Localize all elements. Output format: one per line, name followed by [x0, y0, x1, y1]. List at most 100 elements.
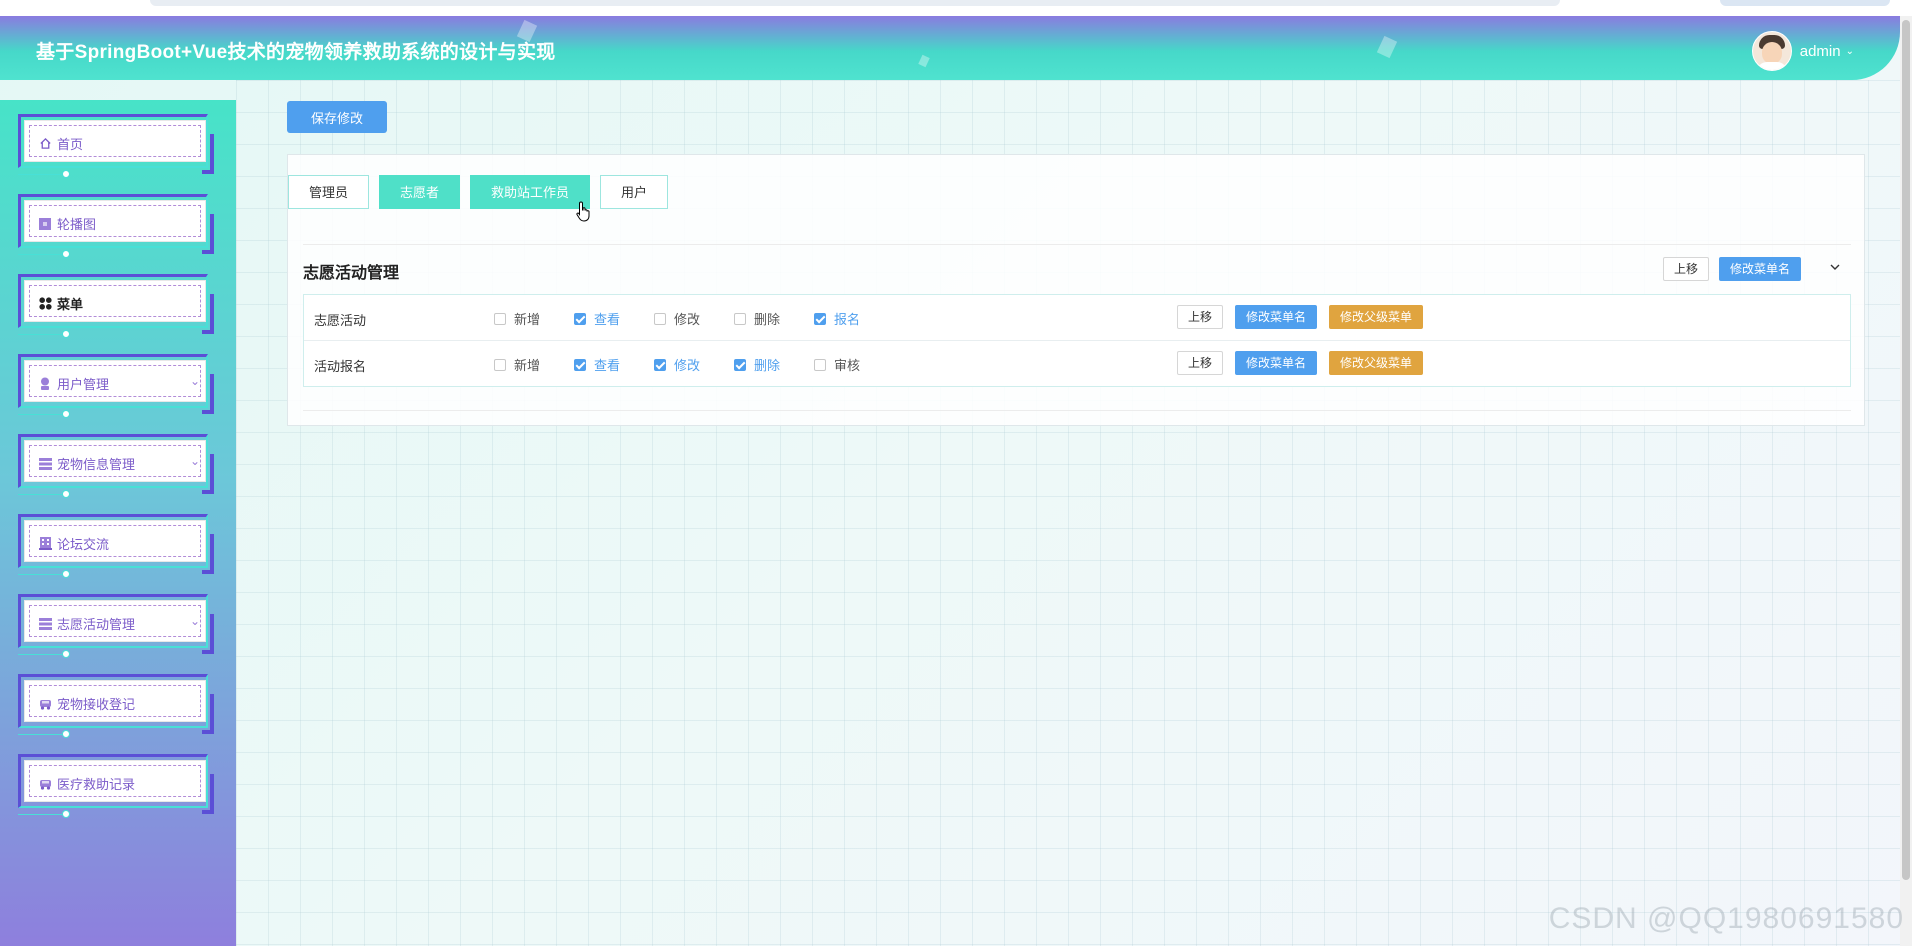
checkbox-delete[interactable]: 删除 — [734, 355, 814, 374]
checkbox-box[interactable] — [494, 358, 506, 371]
sidebar-item-menu[interactable]: 菜单 — [18, 274, 214, 338]
checkbox-box[interactable] — [574, 312, 586, 325]
change-parent-menu-button[interactable]: 修改父级菜单 — [1329, 305, 1424, 329]
checkbox-box[interactable] — [654, 312, 666, 325]
checkbox-label: 报名 — [834, 312, 861, 327]
checkbox-box[interactable] — [494, 312, 506, 325]
decoration — [918, 54, 930, 68]
group-move-up-button[interactable]: 上移 — [1662, 257, 1709, 281]
change-parent-menu-button[interactable]: 修改父级菜单 — [1329, 351, 1424, 375]
avatar — [1751, 31, 1792, 71]
sidebar-item-label: 首页 — [57, 137, 84, 152]
checkbox-edit[interactable]: 修改 — [654, 309, 734, 328]
rename-menu-button[interactable]: 修改菜单名 — [1235, 351, 1318, 375]
checkbox-label: 修改 — [674, 358, 701, 373]
sidebar-item-label: 用户管理 — [57, 377, 110, 392]
checkbox-add[interactable]: 新增 — [494, 309, 574, 328]
sidebar-item-label: 论坛交流 — [57, 537, 110, 552]
sidebar: 首页 轮播图 菜单 用户管理 ⌄ 宠物信息管理 ⌄ 论坛交流 志愿活动管理 ⌄ … — [0, 100, 236, 946]
checkbox-box[interactable] — [814, 358, 826, 371]
row-name: 志愿活动 — [314, 313, 367, 328]
chevron-down-icon[interactable] — [1829, 261, 1841, 273]
sidebar-item-home[interactable]: 首页 — [18, 114, 214, 178]
checkbox-review[interactable]: 审核 — [814, 355, 894, 374]
image-icon — [38, 217, 52, 231]
table-row: 志愿活动 新增 查看 修改 删除 报名 上移 修改菜单名 修改父级菜单 — [304, 295, 1850, 341]
sidebar-item-label: 宠物接收登记 — [57, 697, 136, 712]
app-header: 基于SpringBoot+Vue技术的宠物领养救助系统的设计与实现 admin … — [0, 16, 1900, 80]
sidebar-item-label: 医疗救助记录 — [57, 777, 136, 792]
divider — [303, 410, 1851, 411]
chevron-down-icon: ⌄ — [189, 614, 200, 628]
checkbox-label: 查看 — [594, 358, 621, 373]
checkbox-edit[interactable]: 修改 — [654, 355, 734, 374]
checkbox-box[interactable] — [574, 358, 586, 371]
checkbox-label: 修改 — [674, 312, 701, 327]
role-tabs: 管理员 志愿者 救助站工作员 用户 — [288, 175, 678, 209]
list-icon — [38, 617, 52, 631]
browser-button[interactable] — [1720, 0, 1890, 6]
rename-menu-button[interactable]: 修改菜单名 — [1235, 305, 1318, 329]
decoration — [1376, 35, 1398, 59]
user-icon — [38, 377, 52, 391]
checkbox-label: 审核 — [834, 358, 861, 373]
sidebar-item-label: 菜单 — [57, 297, 84, 312]
browser-strip — [0, 0, 1912, 16]
chevron-down-icon: ⌄ — [1845, 45, 1854, 57]
sidebar-item-label: 志愿活动管理 — [57, 617, 136, 632]
checkbox-box[interactable] — [814, 312, 826, 325]
tab-user[interactable]: 用户 — [600, 175, 669, 209]
sidebar-item-label: 宠物信息管理 — [57, 457, 136, 472]
tab-rescue-staff[interactable]: 救助站工作员 — [470, 175, 591, 209]
scrollbar-thumb[interactable] — [1902, 20, 1910, 880]
page-scrollbar[interactable] — [1900, 16, 1912, 946]
menu-group-header: 志愿活动管理 上移 修改菜单名 — [303, 247, 1851, 287]
table-row: 活动报名 新增 查看 修改 删除 审核 上移 修改菜单名 修改父级菜单 — [304, 341, 1850, 386]
checkbox-view[interactable]: 查看 — [574, 309, 654, 328]
checkbox-delete[interactable]: 删除 — [734, 309, 814, 328]
tab-admin[interactable]: 管理员 — [288, 175, 370, 209]
sidebar-item-carousel[interactable]: 轮播图 — [18, 194, 214, 258]
hand-cursor-icon — [576, 201, 590, 222]
checkbox-add[interactable]: 新增 — [494, 355, 574, 374]
building-icon — [38, 537, 52, 551]
sidebar-item-pet-reception[interactable]: 宠物接收登记 — [18, 674, 214, 738]
divider — [303, 244, 1851, 245]
group-title: 志愿活动管理 — [303, 265, 400, 282]
user-menu[interactable]: admin ⌄ — [1751, 31, 1854, 71]
checkbox-view[interactable]: 查看 — [574, 355, 654, 374]
checkbox-box[interactable] — [734, 358, 746, 371]
permission-table: 志愿活动 新增 查看 修改 删除 报名 上移 修改菜单名 修改父级菜单 活动报名… — [303, 294, 1851, 387]
checkbox-box[interactable] — [734, 312, 746, 325]
checkbox-label: 删除 — [754, 358, 781, 373]
chevron-down-icon: ⌄ — [189, 454, 200, 468]
save-button[interactable]: 保存修改 — [287, 101, 387, 133]
checkbox-signup[interactable]: 报名 — [814, 309, 894, 328]
sidebar-item-volunteer[interactable]: 志愿活动管理 ⌄ — [18, 594, 214, 658]
move-up-button[interactable]: 上移 — [1177, 305, 1224, 329]
chevron-down-icon: ⌄ — [189, 374, 200, 388]
car-icon — [38, 777, 52, 791]
checkbox-box[interactable] — [654, 358, 666, 371]
sidebar-item-pet-info[interactable]: 宠物信息管理 ⌄ — [18, 434, 214, 498]
car-icon — [38, 697, 52, 711]
address-bar[interactable] — [150, 0, 1560, 6]
row-name: 活动报名 — [314, 359, 367, 374]
username: admin — [1799, 42, 1841, 60]
sidebar-item-user-management[interactable]: 用户管理 ⌄ — [18, 354, 214, 418]
app-title: 基于SpringBoot+Vue技术的宠物领养救助系统的设计与实现 — [36, 42, 556, 63]
sidebar-item-medical-record[interactable]: 医疗救助记录 — [18, 754, 214, 818]
sidebar-item-forum[interactable]: 论坛交流 — [18, 514, 214, 578]
checkbox-label: 删除 — [754, 312, 781, 327]
checkbox-label: 查看 — [594, 312, 621, 327]
tab-volunteer[interactable]: 志愿者 — [379, 175, 461, 209]
checkbox-label: 新增 — [514, 312, 541, 327]
move-up-button[interactable]: 上移 — [1177, 351, 1224, 375]
home-icon — [38, 137, 52, 151]
group-rename-button[interactable]: 修改菜单名 — [1718, 257, 1801, 281]
menu-grid-icon — [38, 297, 52, 311]
list-icon — [38, 457, 52, 471]
permission-panel: 管理员 志愿者 救助站工作员 用户 志愿活动管理 上移 修改菜单名 志愿活动 新… — [287, 154, 1865, 426]
checkbox-label: 新增 — [514, 358, 541, 373]
sidebar-item-label: 轮播图 — [57, 217, 97, 232]
